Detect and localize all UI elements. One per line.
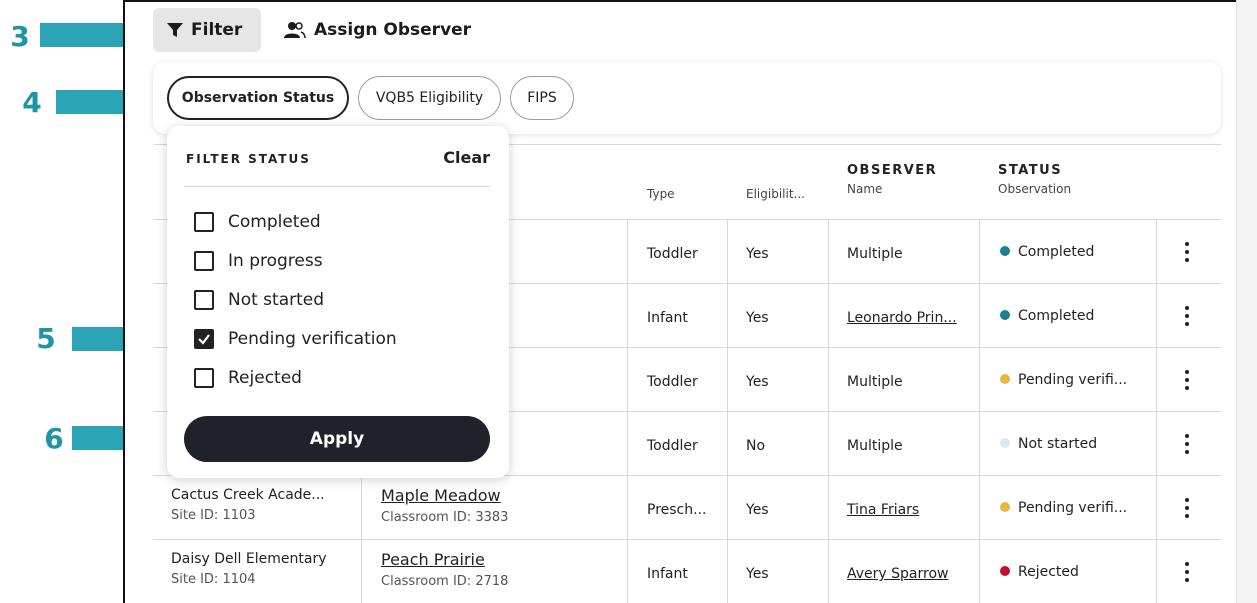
status-label: Rejected <box>1018 564 1079 580</box>
status-cell: Completed <box>1000 308 1094 324</box>
checkbox[interactable] <box>194 368 214 388</box>
status-dot <box>1000 374 1010 384</box>
status-cell: Completed <box>1000 244 1094 260</box>
eligibility-cell: Yes <box>746 502 769 518</box>
header-observer-sub: Name <box>847 182 883 196</box>
header-status-caption: STATUS <box>998 163 1063 178</box>
header-observer-caption: OBSERVER <box>847 163 938 178</box>
filter-status-dropdown: FILTER STATUS Clear Completed In progress… <box>167 126 509 478</box>
status-cell: Pending verifi... <box>1000 372 1127 388</box>
callout-5: 5 <box>36 322 56 355</box>
status-dot <box>1000 246 1010 256</box>
header-status: STATUS Observation <box>998 163 1071 196</box>
filter-chips-bar: Observation Status VQB5 Eligibility FIPS <box>153 62 1221 134</box>
status-cell: Not started <box>1000 436 1097 452</box>
dropdown-title: FILTER STATUS <box>186 152 311 166</box>
chip-observation-status[interactable]: Observation Status <box>167 76 349 120</box>
apply-button[interactable]: Apply <box>184 416 490 462</box>
checkbox[interactable] <box>194 290 214 310</box>
observer-cell: Multiple <box>847 438 903 454</box>
funnel-icon <box>167 23 183 37</box>
status-label: Not started <box>1018 436 1098 452</box>
more-options-icon[interactable] <box>1185 242 1189 266</box>
site-id: Site ID: 1104 <box>171 572 256 587</box>
status-cell: Rejected <box>1000 564 1079 580</box>
classroom-cell: Maple Meadow Classroom ID: 3383 <box>381 486 508 525</box>
status-label: Pending verifi... <box>1018 500 1128 516</box>
type-cell: Toddler <box>647 246 698 262</box>
more-options-icon[interactable] <box>1185 306 1189 330</box>
status-cell: Pending verifi... <box>1000 500 1127 516</box>
status-dot <box>1000 566 1010 576</box>
site-name: Cactus Creek Acade... <box>171 487 325 503</box>
eligibility-cell: Yes <box>746 374 769 390</box>
more-options-icon[interactable] <box>1185 562 1189 586</box>
observer-cell[interactable]: Avery Sparrow <box>847 566 948 582</box>
observer-cell: Multiple <box>847 374 903 390</box>
type-cell: Infant <box>647 566 688 582</box>
clear-button[interactable]: Clear <box>443 148 490 167</box>
filter-option-label: In progress <box>228 251 323 271</box>
filter-option-label: Pending verification <box>228 329 397 349</box>
callout-4: 4 <box>22 86 42 119</box>
observer-cell[interactable]: Tina Friars <box>847 502 919 518</box>
header-observer: OBSERVER Name <box>847 163 937 196</box>
filter-option-label: Not started <box>228 290 325 310</box>
eligibility-cell: Yes <box>746 310 769 326</box>
status-label: Pending verifi... <box>1018 372 1128 388</box>
classroom-id: Classroom ID: 3383 <box>381 510 509 525</box>
scrollbar-track[interactable] <box>1236 0 1257 603</box>
eligibility-cell: No <box>746 438 766 454</box>
assign-observer-label: Assign Observer <box>314 20 472 40</box>
filter-option-label: Rejected <box>228 368 302 388</box>
users-icon <box>284 22 306 39</box>
callout-3: 3 <box>10 20 30 53</box>
filter-option[interactable]: Not started <box>194 290 324 310</box>
header-eligibility: Eligibilit... <box>746 187 805 201</box>
type-cell: Infant <box>647 310 688 326</box>
observer-cell[interactable]: Leonardo Prin... <box>847 310 957 326</box>
chip-vqb5-eligibility[interactable]: VQB5 Eligibility <box>358 76 501 120</box>
more-options-icon[interactable] <box>1185 434 1189 458</box>
assign-observer-button[interactable]: Assign Observer <box>284 8 471 52</box>
filter-option[interactable]: In progress <box>194 251 323 271</box>
filter-option[interactable]: Rejected <box>194 368 302 388</box>
classroom-link[interactable]: Peach Prairie <box>381 550 508 569</box>
type-cell: Toddler <box>647 438 698 454</box>
type-cell: Toddler <box>647 374 698 390</box>
status-dot <box>1000 438 1010 448</box>
checkmark-icon <box>198 334 210 345</box>
classroom-id: Classroom ID: 2718 <box>381 574 509 589</box>
filter-button-label: Filter <box>191 20 243 40</box>
filter-button[interactable]: Filter <box>153 8 261 52</box>
more-options-icon[interactable] <box>1185 498 1189 522</box>
observer-cell: Multiple <box>847 246 903 262</box>
status-dot <box>1000 310 1010 320</box>
type-cell: Presch... <box>647 502 707 518</box>
classroom-cell: Peach Prairie Classroom ID: 2718 <box>381 550 508 589</box>
eligibility-cell: Yes <box>746 246 769 262</box>
checkbox[interactable] <box>194 329 214 349</box>
site-name: Daisy Dell Elementary <box>171 551 327 567</box>
filter-option[interactable]: Pending verification <box>194 329 397 349</box>
callout-6: 6 <box>44 422 64 455</box>
header-type: Type <box>647 187 675 201</box>
eligibility-cell: Yes <box>746 566 769 582</box>
filter-option-label: Completed <box>228 212 321 232</box>
dropdown-divider <box>184 186 490 187</box>
status-dot <box>1000 502 1010 512</box>
classroom-link[interactable]: Maple Meadow <box>381 486 508 505</box>
filter-option[interactable]: Completed <box>194 212 321 232</box>
header-status-sub: Observation <box>998 182 1072 196</box>
site-id: Site ID: 1103 <box>171 508 256 523</box>
checkbox[interactable] <box>194 251 214 271</box>
chip-fips[interactable]: FIPS <box>510 76 574 120</box>
site-cell: Cactus Creek Acade... Site ID: 1103 <box>171 487 325 523</box>
site-cell: Daisy Dell Elementary Site ID: 1104 <box>171 551 326 587</box>
status-label: Completed <box>1018 244 1095 260</box>
status-label: Completed <box>1018 308 1095 324</box>
checkbox[interactable] <box>194 212 214 232</box>
more-options-icon[interactable] <box>1185 370 1189 394</box>
